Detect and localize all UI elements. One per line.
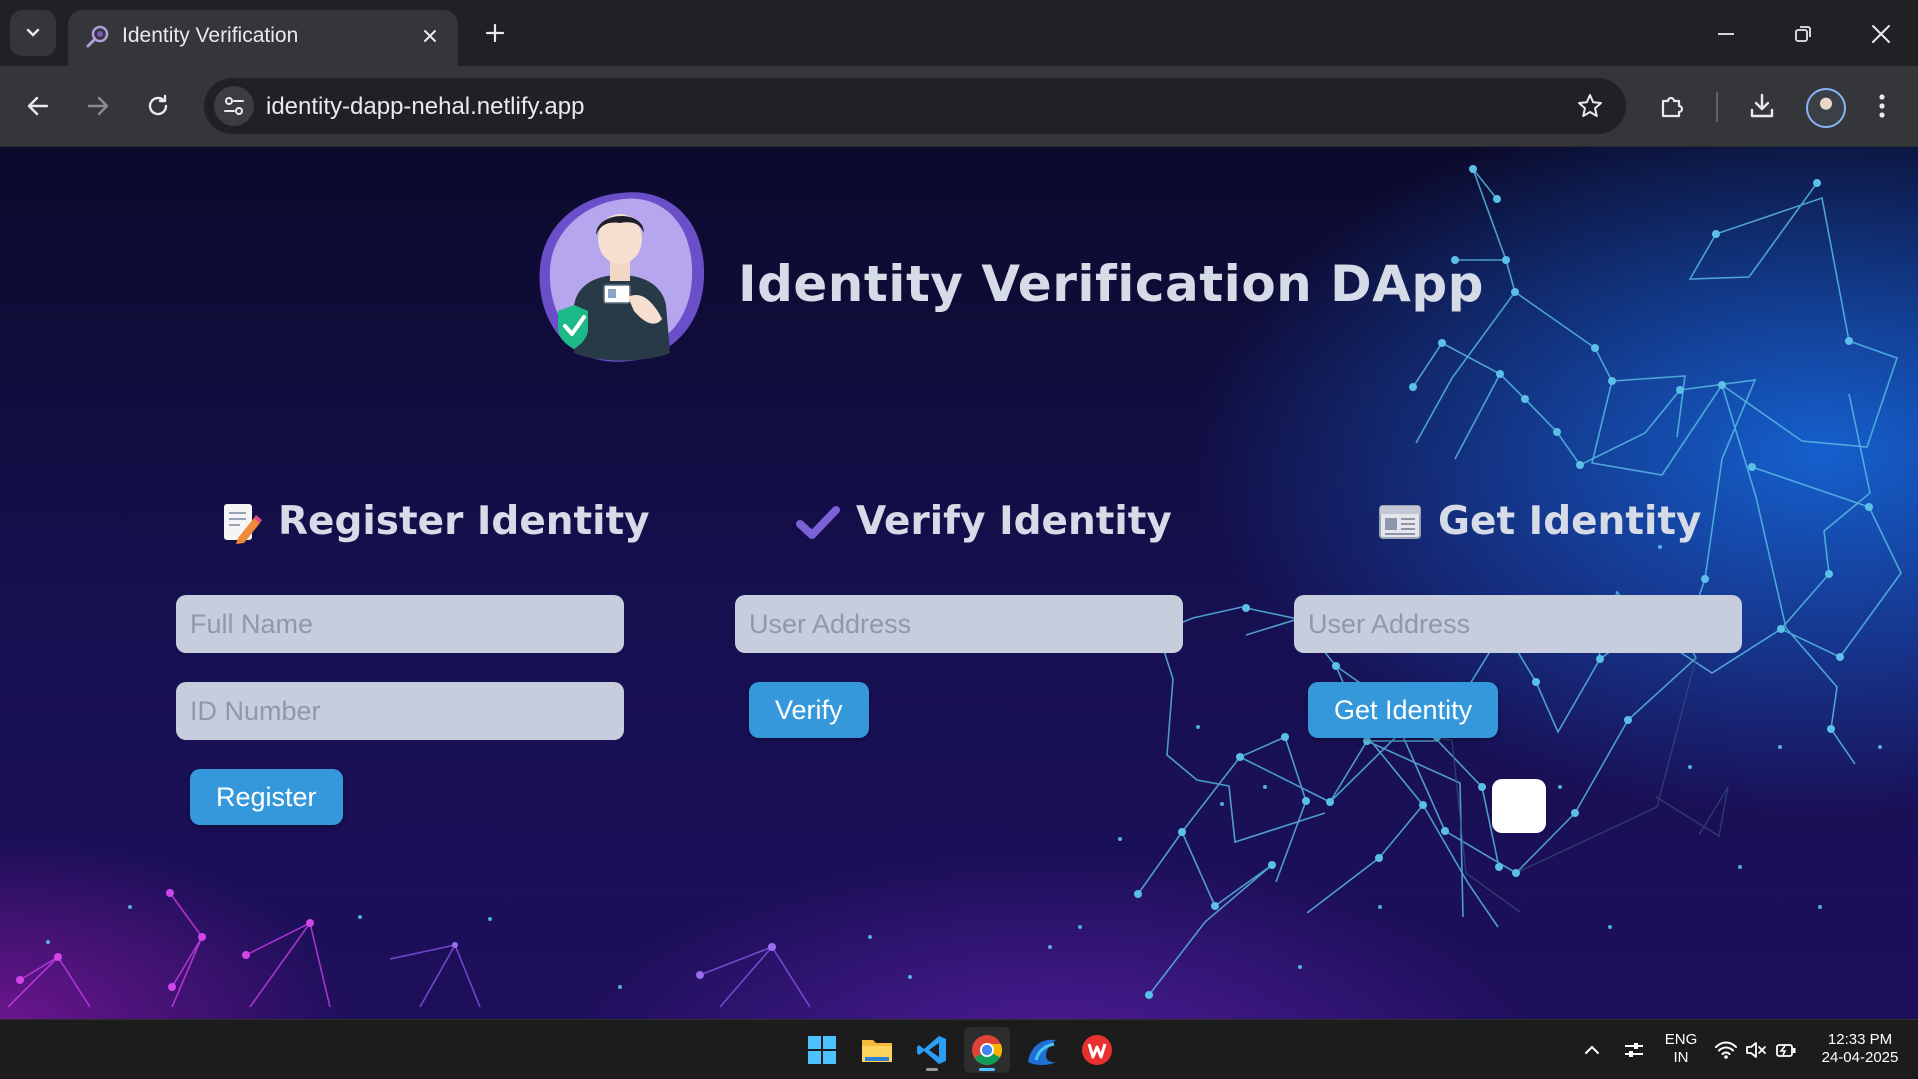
download-icon <box>1750 93 1774 118</box>
extensions-button[interactable] <box>1652 86 1692 126</box>
file-explorer-icon <box>862 1040 892 1062</box>
battery-charging-icon <box>1776 1044 1796 1057</box>
toolbar-divider <box>1716 92 1718 122</box>
active-indicator <box>979 1068 995 1071</box>
bookmark-button[interactable] <box>1572 88 1608 124</box>
downloads-button[interactable] <box>1742 86 1782 126</box>
page-viewport: Identity Verification DApp Register Iden… <box>0 147 1918 1019</box>
close-icon <box>424 30 436 42</box>
reload-icon <box>148 94 168 116</box>
result-output-box <box>1492 779 1546 833</box>
verify-heading: Verify Identity <box>796 499 1172 544</box>
identity-avatar-illustration <box>539 192 705 362</box>
chevron-down-icon <box>26 28 40 37</box>
language-code: ENG <box>1664 1031 1698 1048</box>
region-code: IN <box>1673 1049 1689 1066</box>
windows-taskbar: ENG IN 12:33 PM 24-04-2025 <box>0 1019 1918 1079</box>
show-hidden-icons-button[interactable] <box>1580 1038 1604 1062</box>
chevron-up-icon <box>1585 1045 1599 1054</box>
taskbar-chrome[interactable] <box>964 1027 1010 1073</box>
site-info-button[interactable] <box>214 86 254 126</box>
memo-pencil-icon <box>224 503 262 544</box>
windows-start-icon <box>808 1036 836 1064</box>
chrome-menu-button[interactable] <box>1862 86 1902 126</box>
arrow-right-icon <box>87 96 109 116</box>
star-icon <box>1578 94 1602 117</box>
tray-battery[interactable] <box>1774 1038 1798 1062</box>
browser-tab[interactable]: Identity Verification <box>68 10 458 66</box>
verify-address-input[interactable] <box>735 595 1183 653</box>
newspaper-icon <box>1379 504 1421 539</box>
checkmark-icon <box>796 505 840 539</box>
browser-titlebar: Identity Verification <box>0 0 1918 66</box>
close-window-button[interactable] <box>1861 14 1901 54</box>
browser-toolbar: identity-dapp-nehal.netlify.app <box>0 66 1918 147</box>
register-button[interactable]: Register <box>190 769 343 825</box>
profile-avatar[interactable] <box>1806 88 1846 128</box>
register-heading-text: Register Identity <box>278 499 650 544</box>
wifi-icon <box>1715 1041 1737 1059</box>
wps-office-icon <box>1082 1035 1112 1065</box>
tab-search-button[interactable] <box>10 10 56 56</box>
clock-time: 12:33 PM <box>1827 1031 1893 1048</box>
clock[interactable]: 12:33 PM 24-04-2025 <box>1812 1031 1908 1067</box>
taskbar-vscode[interactable] <box>909 1027 955 1073</box>
clock-date: 24-04-2025 <box>1821 1049 1899 1066</box>
id-number-input[interactable] <box>176 682 624 740</box>
url-text: identity-dapp-nehal.netlify.app <box>266 93 585 120</box>
tune-icon <box>224 97 244 115</box>
input-language-indicator[interactable]: ENG IN <box>1664 1031 1698 1067</box>
back-button[interactable] <box>18 86 58 126</box>
address-bar[interactable]: identity-dapp-nehal.netlify.app <box>204 78 1626 134</box>
restore-button[interactable] <box>1783 14 1823 54</box>
verify-heading-text: Verify Identity <box>856 499 1172 544</box>
vscode-icon <box>917 1036 946 1064</box>
get-heading: Get Identity <box>1378 499 1701 544</box>
minimize-icon <box>1718 33 1734 35</box>
forward-button[interactable] <box>78 86 118 126</box>
tab-title: Identity Verification <box>122 24 299 47</box>
tray-wifi[interactable] <box>1714 1038 1738 1062</box>
tab-close-button[interactable] <box>416 22 444 50</box>
get-heading-text: Get Identity <box>1438 499 1702 544</box>
taskbar-edge[interactable] <box>1019 1027 1065 1073</box>
reload-button[interactable] <box>138 86 178 126</box>
running-indicator <box>926 1068 938 1071</box>
tray-volume[interactable] <box>1744 1038 1768 1062</box>
page-title: Identity Verification DApp <box>738 255 1484 313</box>
full-name-input[interactable] <box>176 595 624 653</box>
identity-favicon-icon <box>86 25 109 48</box>
get-address-input[interactable] <box>1294 595 1742 653</box>
taskbar-file-explorer[interactable] <box>854 1027 900 1073</box>
verify-button[interactable]: Verify <box>749 682 869 738</box>
get-identity-button[interactable]: Get Identity <box>1308 682 1499 738</box>
register-heading: Register Identity <box>218 499 650 544</box>
arrow-left-icon <box>27 96 49 116</box>
puzzle-icon <box>1661 96 1684 118</box>
tray-settings-button[interactable] <box>1622 1038 1646 1062</box>
new-tab-button[interactable] <box>478 16 512 50</box>
plus-icon <box>485 23 505 43</box>
taskbar-wps-office[interactable] <box>1074 1027 1120 1073</box>
more-vertical-icon <box>1879 94 1885 118</box>
sliders-icon <box>1625 1043 1643 1057</box>
minimize-button[interactable] <box>1706 14 1746 54</box>
volume-muted-icon <box>1746 1042 1766 1058</box>
close-icon <box>1872 25 1890 43</box>
chrome-icon <box>972 1035 1003 1065</box>
edge-icon <box>1028 1039 1056 1065</box>
start-button[interactable] <box>799 1027 845 1073</box>
restore-icon <box>1795 26 1811 42</box>
